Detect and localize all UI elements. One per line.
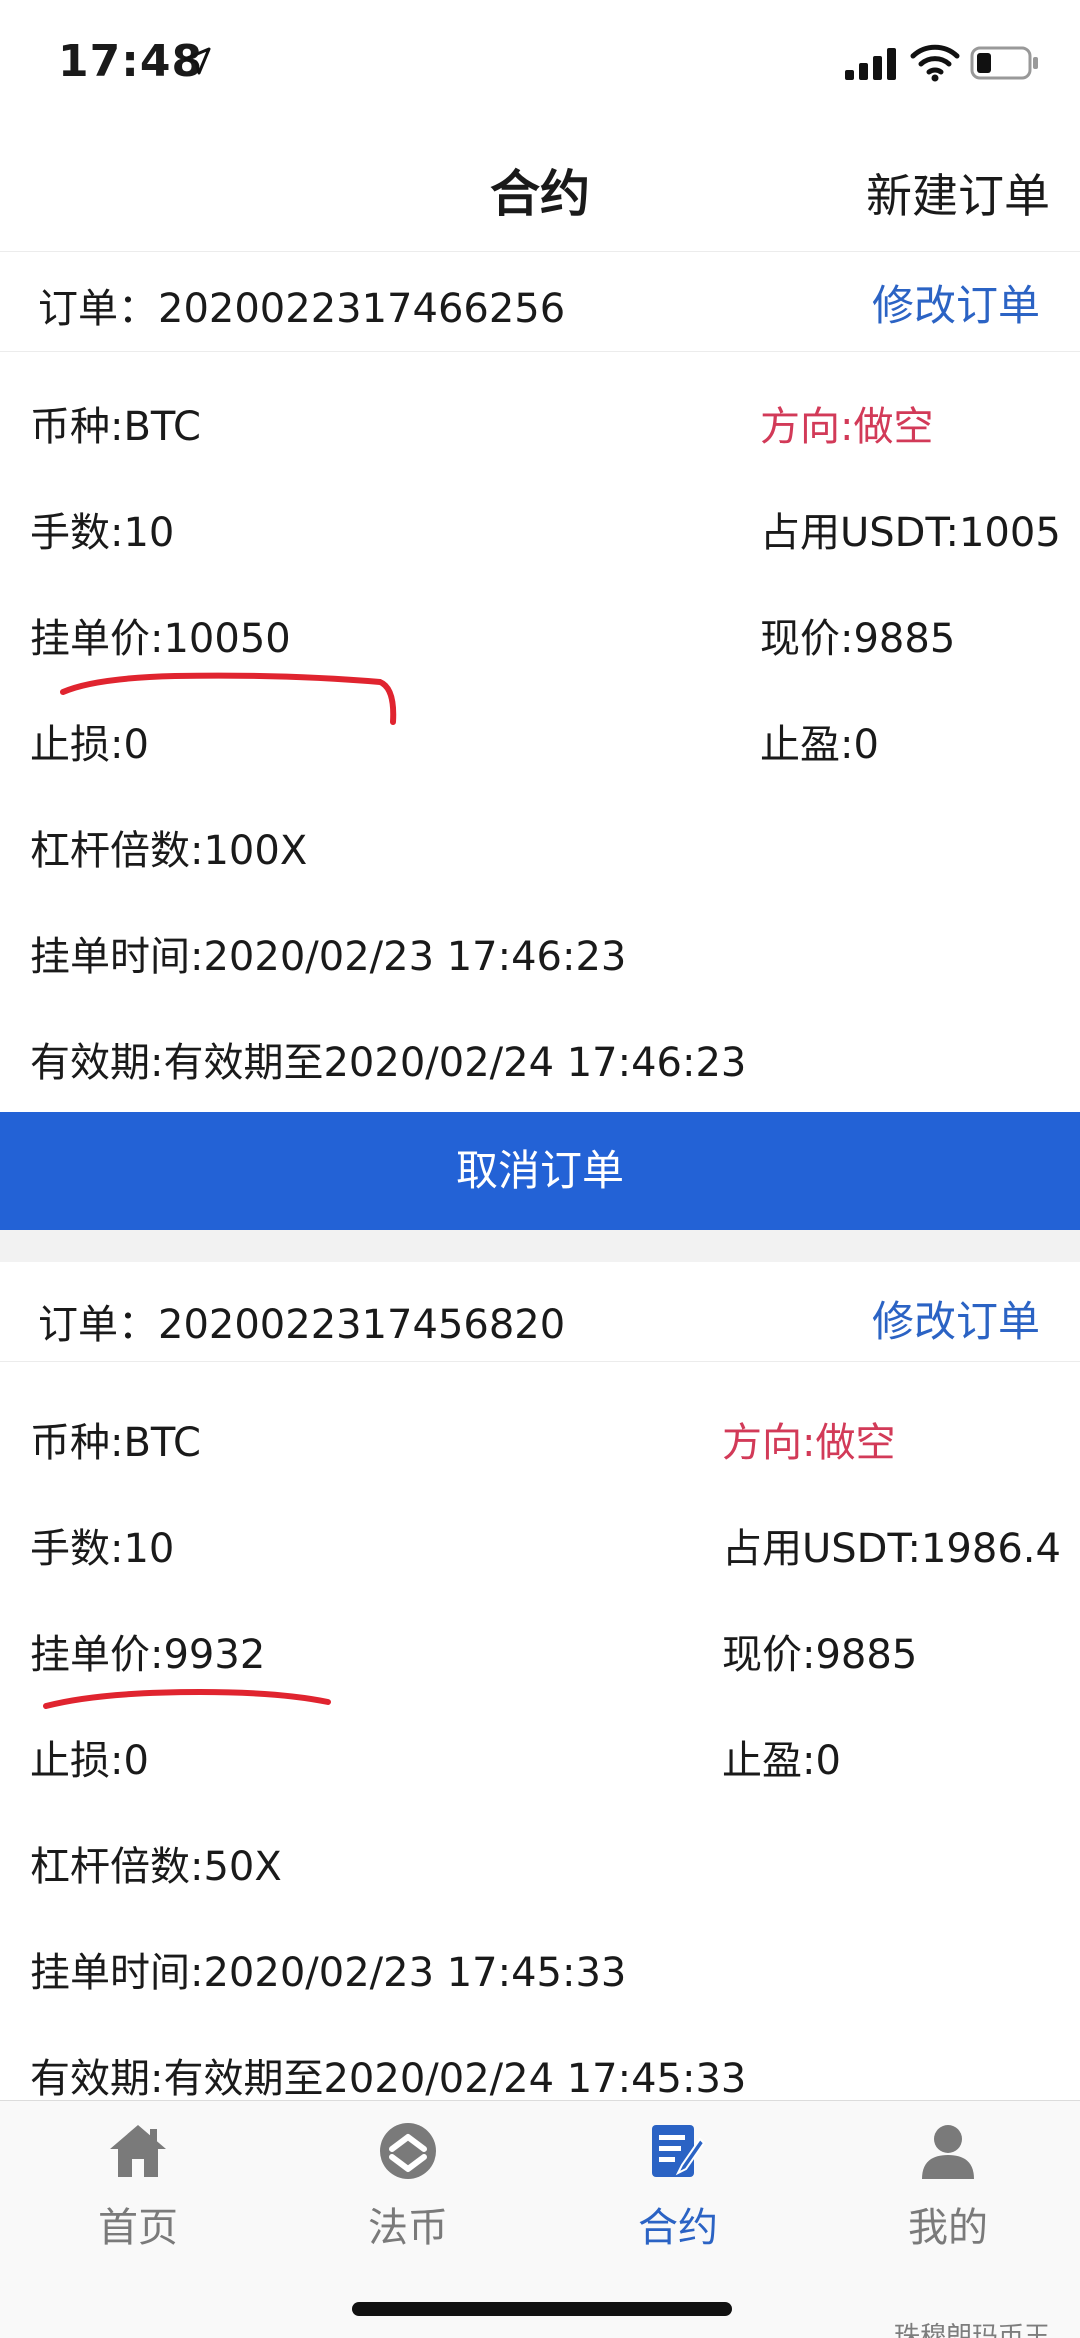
cancel-order-button[interactable]: 取消订单 bbox=[0, 1112, 1080, 1230]
location-arrow-icon bbox=[183, 47, 211, 75]
cellular-signal-icon bbox=[845, 48, 896, 80]
lots: 手数:10 bbox=[30, 1526, 175, 1572]
leverage: 杠杆倍数:100X bbox=[30, 828, 308, 874]
lots: 手数:10 bbox=[30, 510, 175, 556]
tab-contract[interactable]: 合约 bbox=[578, 2121, 778, 2253]
validity: 有效期:有效期至2020/02/24 17:46:23 bbox=[30, 1040, 747, 1086]
stop-loss: 止损:0 bbox=[30, 722, 149, 768]
tab-home[interactable]: 首页 bbox=[38, 2121, 238, 2253]
order-card: 订单：2020022317466256 修改订单 币种:BTC 方向:做空 手数… bbox=[0, 252, 1080, 1112]
order-time: 挂单时间:2020/02/23 17:46:23 bbox=[30, 934, 627, 980]
leverage: 杠杆倍数:50X bbox=[30, 1844, 282, 1890]
section-divider bbox=[0, 1230, 1080, 1262]
status-bar: 17:48 bbox=[0, 0, 1080, 130]
exchange-icon bbox=[380, 2123, 436, 2179]
nav-header: 合约 新建订单 bbox=[0, 130, 1080, 252]
order-id: 订单：2020022317466256 bbox=[38, 286, 566, 332]
tab-label: 合约 bbox=[638, 2205, 718, 2251]
validity: 有效期:有效期至2020/02/24 17:45:33 bbox=[30, 2056, 747, 2102]
tab-me[interactable]: 我的 bbox=[848, 2121, 1048, 2253]
order-card: 订单：2020022317456820 修改订单 币种:BTC 方向:做空 手数… bbox=[0, 1262, 1080, 2102]
red-underline-annotation bbox=[43, 1688, 331, 1709]
order-header: 订单：2020022317456820 修改订单 bbox=[0, 1262, 1080, 1362]
coin-type: 币种:BTC bbox=[30, 1420, 201, 1466]
occupied-usdt: 占用USDT:1005 bbox=[760, 510, 1061, 556]
limit-price: 挂单价:10050 bbox=[30, 616, 291, 662]
wifi-icon bbox=[910, 44, 960, 82]
take-profit: 止盈:0 bbox=[760, 722, 879, 768]
order-time: 挂单时间:2020/02/23 17:45:33 bbox=[30, 1950, 627, 1996]
home-icon bbox=[110, 2125, 166, 2177]
battery-icon bbox=[970, 46, 1038, 80]
user-icon bbox=[922, 2125, 974, 2179]
direction: 方向:做空 bbox=[760, 404, 934, 450]
new-order-button[interactable]: 新建订单 bbox=[866, 160, 1050, 226]
contract-icon bbox=[652, 2125, 706, 2177]
tab-label: 法币 bbox=[368, 2205, 448, 2251]
watermark: 珠穆朗玛币王 bbox=[893, 2322, 1050, 2338]
current-price: 现价:9885 bbox=[722, 1632, 918, 1678]
home-indicator bbox=[352, 2302, 732, 2316]
direction: 方向:做空 bbox=[722, 1420, 896, 1466]
edit-order-button[interactable]: 修改订单 bbox=[872, 272, 1040, 333]
tab-label: 首页 bbox=[98, 2205, 178, 2251]
current-price: 现价:9885 bbox=[760, 616, 956, 662]
stop-loss: 止损:0 bbox=[30, 1738, 149, 1784]
coin-type: 币种:BTC bbox=[30, 404, 201, 450]
limit-price: 挂单价:9932 bbox=[30, 1632, 266, 1678]
occupied-usdt: 占用USDT:1986.4 bbox=[722, 1526, 1061, 1572]
edit-order-button[interactable]: 修改订单 bbox=[872, 1288, 1040, 1349]
order-header: 订单：2020022317466256 修改订单 bbox=[0, 252, 1080, 352]
order-id: 订单：2020022317456820 bbox=[38, 1302, 566, 1348]
take-profit: 止盈:0 bbox=[722, 1738, 841, 1784]
tab-label: 我的 bbox=[908, 2205, 988, 2251]
tab-fiat[interactable]: 法币 bbox=[308, 2121, 508, 2253]
